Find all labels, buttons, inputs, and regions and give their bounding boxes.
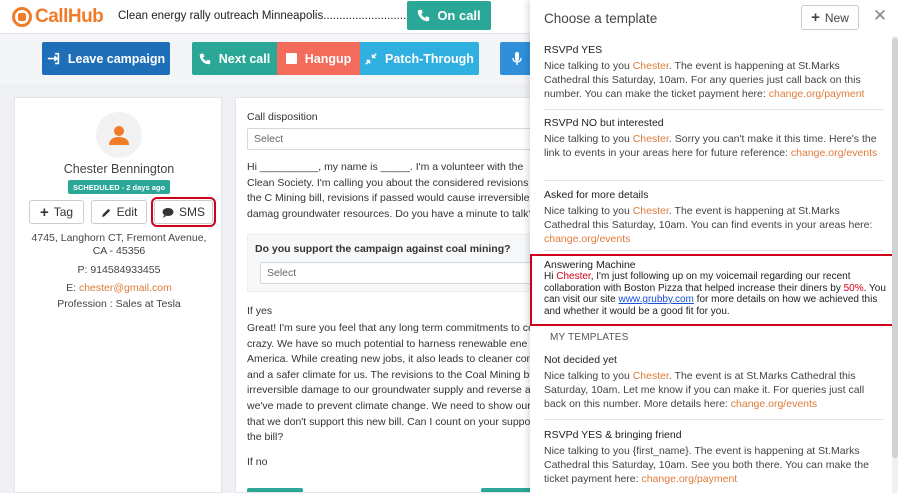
template-link[interactable]: change.org/payment — [641, 473, 737, 485]
next-call-button[interactable]: Next call — [192, 42, 277, 75]
if-yes-text: Great! I'm sure you feel that any long t… — [247, 322, 545, 444]
next-call-label: Next call — [218, 51, 271, 66]
tag-button[interactable]: + Tag — [29, 200, 84, 224]
script-intro: Hi __________, my name is _____. I'm a v… — [247, 161, 541, 220]
scroll-thumb[interactable] — [892, 38, 898, 458]
if-no-label: If no — [247, 456, 268, 468]
microphone-icon — [512, 51, 522, 65]
new-template-button[interactable]: + New — [801, 5, 859, 30]
template-link[interactable]: change.org/events — [731, 398, 817, 410]
template-list: RSVPd YES Nice talking to you Chester. T… — [530, 36, 892, 493]
template-title: RSVPd YES — [544, 44, 603, 56]
if-yes-label: If yes — [247, 305, 273, 317]
template-title: Answering Machine — [544, 259, 636, 271]
callhub-logo[interactable]: CallHub — [12, 6, 104, 28]
template-link[interactable]: www.grubby.com — [618, 294, 693, 305]
template-body: Nice talking to you {first_name}. The ev… — [544, 445, 869, 486]
patch-through-label: Patch-Through — [385, 51, 474, 66]
template-item-highlighted[interactable]: Answering Machine Hi Chester, I'm just f… — [530, 254, 892, 326]
sign-out-icon — [47, 52, 60, 65]
template-item[interactable]: RSVPd NO but interested Nice talking to … — [544, 117, 884, 181]
template-link[interactable]: change.org/payment — [769, 88, 865, 100]
mute-button[interactable] — [500, 42, 534, 75]
question-answer-select[interactable]: Select — [260, 262, 544, 284]
template-item[interactable]: RSVPd YES Nice talking to you Chester. T… — [544, 44, 884, 110]
sms-button[interactable]: SMS — [151, 197, 216, 227]
patch-through-button[interactable]: Patch-Through — [360, 42, 479, 75]
question-text: Do you support the campaign against coal… — [255, 243, 511, 255]
hangup-button[interactable]: Hangup — [277, 42, 360, 75]
template-title: Asked for more details — [544, 189, 649, 201]
template-body: Nice talking to you Chester. Sorry you c… — [544, 133, 878, 160]
survey-question: Do you support the campaign against coal… — [247, 234, 544, 292]
stop-icon — [285, 53, 297, 64]
on-call-label: On call — [437, 8, 481, 23]
new-template-label: New — [824, 10, 849, 25]
contact-profession: Profession : Sales at Tesla — [57, 298, 181, 310]
template-scrollbar[interactable] — [892, 36, 898, 493]
leave-campaign-label: Leave campaign — [67, 51, 166, 66]
template-item[interactable]: RSVPd YES & bringing friend Nice talking… — [544, 429, 884, 493]
call-disposition-select[interactable]: Select — [247, 128, 544, 150]
contact-email: E: chester@gmail.com — [15, 282, 223, 294]
call-disposition-label: Call disposition — [247, 111, 318, 123]
edit-label: Edit — [116, 205, 138, 219]
template-body: Nice talking to you Chester. The event i… — [544, 60, 865, 101]
sms-label: SMS — [178, 205, 205, 219]
close-icon[interactable]: ✕ — [872, 6, 888, 26]
template-body: Hi Chester, I'm just following up on my … — [544, 271, 886, 317]
campaign-title: Clean energy rally outreach Minneapolis.… — [118, 10, 429, 22]
template-title: RSVPd YES & bringing friend — [544, 429, 682, 441]
pencil-icon — [101, 208, 110, 217]
hangup-label: Hangup — [304, 51, 352, 66]
template-body: Nice talking to you Chester. The event i… — [544, 205, 873, 246]
status-badge: SCHEDULED - 2 days ago — [68, 180, 170, 194]
logo-icon — [12, 7, 32, 27]
panel-title: Choose a template — [544, 11, 658, 26]
contact-name: Chester Bennington — [63, 162, 175, 176]
logo-text: CallHub — [35, 6, 104, 27]
template-title: Not decided yet — [544, 354, 617, 366]
template-title: RSVPd NO but interested — [544, 117, 664, 129]
script-card: Call disposition Select Hi __________, m… — [235, 97, 545, 493]
on-call-button[interactable]: On call — [407, 1, 491, 30]
footer-button[interactable] — [247, 488, 303, 492]
contact-address: 4745, Langhorn CT, Fremont Avenue, CA - … — [31, 232, 207, 257]
contact-card: Chester Bennington SCHEDULED - 2 days ag… — [14, 97, 222, 493]
avatar — [96, 112, 142, 158]
user-icon — [109, 126, 129, 145]
plus-icon: + — [39, 203, 49, 221]
email-link[interactable]: chester@gmail.com — [79, 282, 172, 294]
edit-button[interactable]: Edit — [91, 200, 147, 224]
tag-label: Tag — [53, 205, 74, 219]
template-link[interactable]: change.org/events — [544, 233, 630, 245]
template-link[interactable]: change.org/events — [791, 147, 877, 159]
contact-phone: P: 914584933455 — [77, 264, 161, 276]
template-item[interactable]: Asked for more details Nice talking to y… — [544, 189, 884, 251]
template-item[interactable]: Not decided yet Nice talking to you Ches… — [544, 354, 884, 420]
email-prefix: E: — [66, 282, 79, 294]
choose-template-panel: Choose a template + New ✕ RSVPd YES Nice… — [530, 0, 900, 493]
leave-campaign-button[interactable]: Leave campaign — [42, 42, 170, 75]
arrows-compress-icon — [365, 52, 377, 65]
chat-bubble-icon — [162, 207, 174, 218]
phone-icon — [199, 53, 211, 64]
phone-ringing-icon — [418, 9, 430, 22]
template-body: Nice talking to you Chester. The event i… — [544, 370, 865, 411]
plus-icon: + — [811, 9, 820, 26]
my-templates-heading: MY TEMPLATES — [550, 332, 629, 343]
